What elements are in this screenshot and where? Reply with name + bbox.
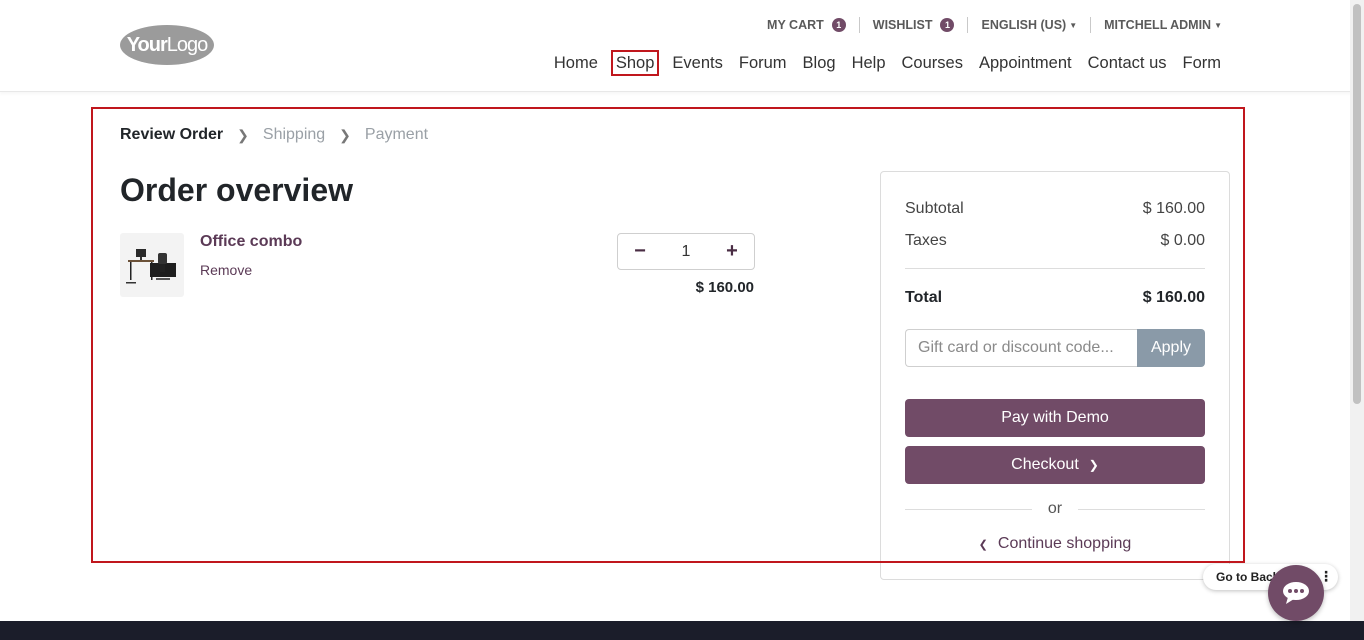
- order-summary-card: Subtotal $ 160.00 Taxes $ 0.00 Total $ 1…: [880, 171, 1230, 580]
- chevron-right-icon: ❯: [237, 126, 249, 143]
- livechat-button[interactable]: [1268, 565, 1324, 621]
- chat-bubble-icon: [1283, 582, 1309, 604]
- taxes-value: $ 0.00: [1160, 232, 1205, 249]
- logo-text-logo: Logo: [166, 33, 208, 56]
- pay-with-demo-label: Pay with Demo: [1001, 409, 1109, 426]
- logo-text-your: Your: [126, 33, 168, 56]
- nav-contact-us[interactable]: Contact us: [1088, 53, 1167, 73]
- chevron-right-icon: ❯: [339, 126, 351, 143]
- subtotal-value: $ 160.00: [1142, 200, 1205, 217]
- my-cart-link[interactable]: MY CART 1: [754, 17, 859, 33]
- step-review-order: Review Order: [120, 126, 224, 143]
- step-payment[interactable]: Payment: [365, 126, 428, 144]
- nav-help[interactable]: Help: [852, 53, 886, 73]
- more-options-icon[interactable]: ⋮: [1319, 566, 1333, 588]
- checkout-label: Checkout: [1011, 456, 1079, 473]
- nav-shop[interactable]: Shop: [610, 50, 660, 76]
- top-utility-bar: MY CART 1 WISHLIST 1 ENGLISH (US) ▼ MITC…: [754, 17, 1222, 33]
- subtotal-row: Subtotal $ 160.00: [905, 200, 1205, 218]
- page-title: Order overview: [120, 172, 353, 208]
- remove-line-link[interactable]: Remove: [200, 262, 252, 278]
- or-separator: or: [905, 500, 1205, 518]
- cart-count-badge: 1: [831, 18, 846, 32]
- user-menu-dropdown[interactable]: MITCHELL ADMIN ▼: [1090, 17, 1222, 33]
- nav-blog[interactable]: Blog: [803, 53, 836, 73]
- chevron-right-icon: ❯: [1088, 458, 1099, 472]
- continue-shopping-link[interactable]: ❮ Continue shopping: [905, 535, 1205, 553]
- summary-divider: [905, 268, 1205, 269]
- scrollbar-thumb[interactable]: [1353, 4, 1361, 404]
- pay-with-demo-button[interactable]: Pay with Demo: [905, 399, 1205, 437]
- total-value: $ 160.00: [1142, 289, 1205, 306]
- quantity-value[interactable]: 1: [682, 243, 691, 261]
- caret-down-icon: ▼: [1214, 20, 1222, 30]
- nav-courses[interactable]: Courses: [902, 53, 963, 73]
- nav-events[interactable]: Events: [672, 53, 722, 73]
- taxes-label: Taxes: [905, 232, 947, 249]
- office-combo-image: [126, 249, 176, 284]
- language-label: ENGLISH (US): [981, 18, 1067, 32]
- wishlist-count-badge: 1: [940, 18, 955, 32]
- main-nav: Home Shop Events Forum Blog Help Courses…: [554, 50, 1222, 76]
- taxes-row: Taxes $ 0.00: [905, 232, 1205, 250]
- quantity-stepper: − 1 +: [617, 233, 755, 270]
- nav-forum[interactable]: Forum: [739, 53, 787, 73]
- coupon-form: Apply: [905, 329, 1205, 367]
- checkout-button[interactable]: Checkout ❯: [905, 446, 1205, 484]
- cart-label: MY CART: [767, 18, 824, 32]
- user-name: MITCHELL ADMIN: [1104, 18, 1212, 32]
- subtotal-label: Subtotal: [905, 200, 964, 217]
- nav-home[interactable]: Home: [554, 53, 598, 73]
- nav-form[interactable]: Form: [1183, 53, 1222, 73]
- language-dropdown[interactable]: ENGLISH (US) ▼: [967, 17, 1090, 33]
- product-thumbnail[interactable]: [120, 233, 184, 297]
- caret-down-icon: ▼: [1069, 20, 1078, 30]
- apply-coupon-button[interactable]: Apply: [1137, 329, 1205, 367]
- line-price: $ 160.00: [695, 279, 754, 296]
- product-name-link[interactable]: Office combo: [200, 233, 302, 251]
- checkout-steps-breadcrumb: Review Order ❯ Shipping ❯ Payment: [120, 126, 428, 144]
- continue-shopping-label: Continue shopping: [997, 535, 1132, 552]
- total-label: Total: [905, 289, 943, 306]
- or-label: or: [1047, 500, 1063, 517]
- chevron-left-icon: ❮: [978, 539, 988, 551]
- total-row: Total $ 160.00: [905, 289, 1205, 307]
- site-footer: [0, 621, 1364, 640]
- nav-appointment[interactable]: Appointment: [979, 53, 1072, 73]
- wishlist-label: WISHLIST: [872, 18, 933, 32]
- wishlist-link[interactable]: WISHLIST 1: [858, 17, 968, 33]
- discount-code-input[interactable]: [905, 329, 1137, 367]
- decrease-quantity-button[interactable]: −: [618, 234, 662, 269]
- step-shipping[interactable]: Shipping: [263, 126, 325, 144]
- page-scrollbar[interactable]: [1350, 0, 1364, 621]
- site-logo[interactable]: Your Logo: [120, 25, 214, 65]
- site-header: Your Logo MY CART 1 WISHLIST 1 ENGLISH (U…: [0, 0, 1364, 92]
- increase-quantity-button[interactable]: +: [710, 234, 754, 269]
